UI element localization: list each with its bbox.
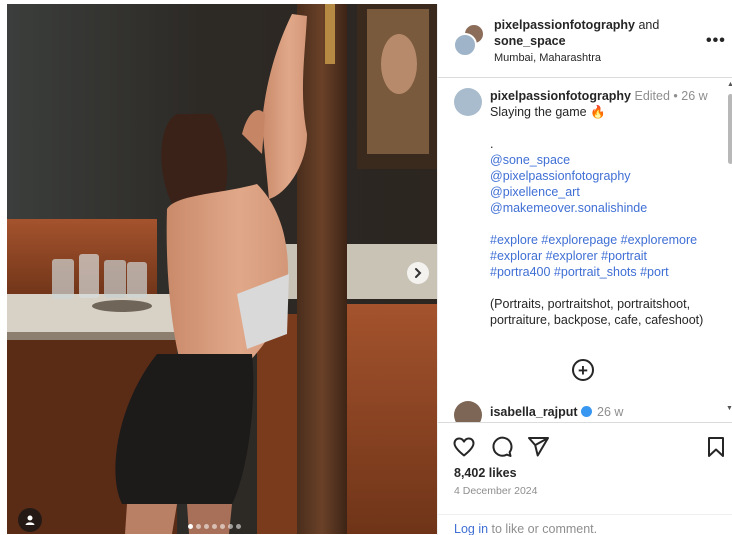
hashtag-line[interactable]: #portra400 #portrait_shots #port [490,264,722,280]
more-horizontal-icon: ••• [706,32,726,49]
more-options-button[interactable]: ••• [706,32,726,50]
login-link[interactable]: Log in [454,522,488,535]
tagged-users-button[interactable] [18,508,42,532]
separator: • [673,89,678,103]
post-header: pixelpassionfotography and sone_space Mu… [438,4,732,78]
header-text: pixelpassionfotography and sone_space Mu… [494,17,694,66]
carousel-dot [212,524,217,529]
post-actions: 8,402 likes 4 December 2024 Log in to li… [438,422,732,535]
comment-username[interactable]: isabella_rajput [490,405,578,419]
mention-link[interactable]: @pixellence_art [490,184,722,200]
post-side-panel: pixelpassionfotography and sone_space Mu… [437,4,732,535]
comments-area[interactable]: pixelpassionfotography Edited • 26 w Sla… [438,79,732,422]
scroll-up-icon[interactable]: ▲ [727,81,732,88]
caption-author[interactable]: pixelpassionfotography [490,89,631,103]
carousel-dot [236,524,241,529]
avatar[interactable] [454,88,482,116]
hashtag-line[interactable]: #explore #explorepage #exploremore [490,232,722,248]
bookmark-icon[interactable] [704,435,728,459]
collaborator-username[interactable]: sone_space [494,34,566,48]
header-joiner: and [638,18,660,32]
keywords-line: portraiture, backpose, cafe, cafeshoot) [490,313,704,327]
post-photo[interactable] [7,4,437,534]
keywords-line: (Portraits, portraitshot, portraitshoot, [490,297,691,311]
post-date: 4 December 2024 [454,485,538,497]
mention-link[interactable]: @makemeover.sonalishinde [490,200,722,216]
carousel-dot [228,524,233,529]
carousel-dot [196,524,201,529]
caption: pixelpassionfotography Edited • 26 w Sla… [490,88,722,328]
comment-item: isabella_rajput 26 w [454,401,724,422]
chevron-right-icon [415,268,422,278]
caption-time[interactable]: 26 w [681,89,707,103]
carousel-dot [220,524,225,529]
carousel-dot [188,524,193,529]
caption-dot: . [490,137,494,151]
login-prompt-text: to like or comment. [488,522,598,535]
verified-badge-icon [580,406,592,417]
location-link[interactable]: Mumbai, Maharashtra [494,50,694,66]
carousel-indicator [188,524,241,529]
next-image-button[interactable] [407,262,429,284]
user-icon [25,515,35,525]
post-image [7,4,437,534]
mention-link[interactable]: @sone_space [490,152,722,168]
scroll-down-icon[interactable]: ▼ [726,405,732,412]
scrollbar-thumb[interactable] [728,94,732,164]
comment-icon[interactable] [489,435,513,459]
comment-time: 26 w [597,405,624,419]
avatar [453,33,477,57]
carousel-dot [204,524,209,529]
share-icon[interactable] [526,435,550,459]
mention-link[interactable]: @pixelpassionfotography [490,168,722,184]
author-username[interactable]: pixelpassionfotography [494,18,635,32]
hashtag-line[interactable]: #explorar #explorer #portrait [490,248,722,264]
likes-count[interactable]: 8,402 likes [454,466,517,480]
caption-text: Slaying the game 🔥 [490,105,606,119]
edited-label: Edited [634,89,670,103]
load-more-comments-button[interactable]: + [572,359,594,381]
login-prompt: Log in to like or comment. [438,514,732,535]
plus-circle-icon: + [578,360,588,380]
avatar[interactable] [454,401,482,422]
heart-icon[interactable] [452,435,476,459]
author-avatars[interactable] [453,23,487,57]
